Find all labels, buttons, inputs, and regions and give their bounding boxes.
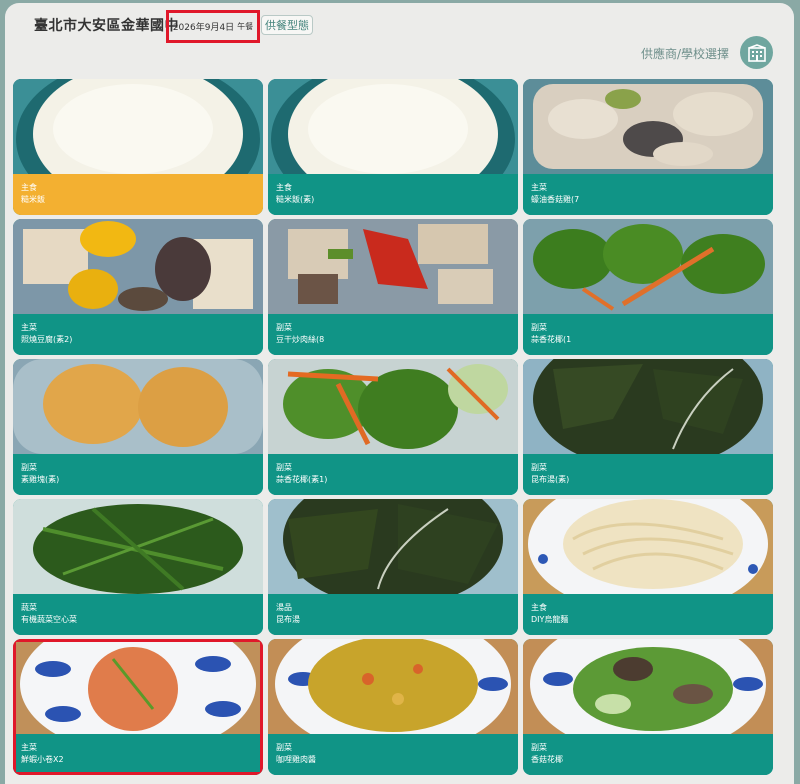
tofu-peppers-photo <box>13 219 263 314</box>
dish-name: 蒜香花椰(1 <box>531 335 572 344</box>
dish-name: 蠔油香菇雞(7 <box>531 195 580 204</box>
dish-card[interactable]: 副菜 咖哩雞肉醬 <box>268 639 518 775</box>
dish-card[interactable]: 主食 DIY烏龍麵 <box>523 499 773 635</box>
dish-name: 素雞塊(素) <box>21 475 60 484</box>
dish-category: 副菜 <box>276 463 292 472</box>
dish-name: 糙米飯(素) <box>276 195 315 204</box>
dish-name: 昆布湯 <box>276 615 300 624</box>
dish-info: 主菜 蠔油香菇雞(7 <box>523 174 773 215</box>
meal-text: 午餐 <box>237 22 254 31</box>
dish-name: 咖哩雞肉醬 <box>276 755 316 764</box>
dish-name: 香菇花椰 <box>531 755 563 764</box>
dish-category: 副菜 <box>531 743 547 752</box>
dish-card[interactable]: 主食 糙米飯(素) <box>268 79 518 215</box>
dish-card[interactable]: 副菜 豆干炒肉絲(8 <box>268 219 518 355</box>
dish-name: 鮮蝦小卷X2 <box>21 755 64 764</box>
dish-name: 有機蔬菜空心菜 <box>21 615 77 624</box>
meal-type-button[interactable]: 供餐型態 <box>261 15 313 35</box>
dish-card[interactable]: 主菜 照燒豆腐(素2) <box>13 219 263 355</box>
broccoli-carrot-photo <box>268 359 518 454</box>
dish-card[interactable]: 副菜 蒜香花椰(1 <box>523 219 773 355</box>
school-building-icon[interactable] <box>740 36 773 69</box>
dish-info: 副菜 蒜香花椰(1 <box>523 314 773 355</box>
dish-card[interactable]: 副菜 昆布湯(素) <box>523 359 773 495</box>
dish-name: 蒜香花椰(素1) <box>276 475 328 484</box>
date-text: 2026年9月4日 <box>172 23 235 33</box>
dish-card[interactable]: 主食 糙米飯 <box>13 79 263 215</box>
seafood-plate-photo <box>13 639 263 734</box>
dish-name: 豆干炒肉絲(8 <box>276 335 325 344</box>
dish-category: 主食 <box>531 603 547 612</box>
dish-info: 副菜 香菇花椰 <box>523 734 773 775</box>
dish-grid: 主食 糙米飯 主食 糙米飯(素) 主菜 蠔油香菇雞(7 主菜 照燒豆腐(素2) … <box>13 79 773 775</box>
dish-card[interactable]: 湯品 昆布湯 <box>268 499 518 635</box>
dish-name: DIY烏龍麵 <box>531 615 569 624</box>
dish-category: 副菜 <box>531 323 547 332</box>
date-highlight: 2026年9月4日 午餐 <box>166 10 260 43</box>
dish-name: 糙米飯 <box>21 195 45 204</box>
dish-info: 主食 糙米飯(素) <box>268 174 518 215</box>
dish-card[interactable]: 主菜 蠔油香菇雞(7 <box>523 79 773 215</box>
dish-card[interactable]: 蔬菜 有機蔬菜空心菜 <box>13 499 263 635</box>
mushroom-broccoli-photo <box>523 639 773 734</box>
dish-info: 主食 糙米飯 <box>13 174 263 215</box>
dish-category: 湯品 <box>276 603 292 612</box>
school-name: 臺北市大安區金華國中 <box>34 18 179 34</box>
dish-category: 主食 <box>276 183 292 192</box>
rice-bowl-photo <box>13 79 263 174</box>
dish-category: 主菜 <box>531 183 547 192</box>
dish-info: 副菜 豆干炒肉絲(8 <box>268 314 518 355</box>
dish-card[interactable]: 副菜 素雞塊(素) <box>13 359 263 495</box>
dish-card-highlighted[interactable]: 主菜 鮮蝦小卷X2 <box>13 639 263 775</box>
dish-info: 主食 DIY烏龍麵 <box>523 594 773 635</box>
chicken-mushroom-photo <box>523 79 773 174</box>
rice-bowl-photo <box>268 79 518 174</box>
dish-card[interactable]: 副菜 蒜香花椰(素1) <box>268 359 518 495</box>
dish-category: 副菜 <box>21 463 37 472</box>
dish-category: 副菜 <box>276 323 292 332</box>
dish-info: 副菜 咖哩雞肉醬 <box>268 734 518 775</box>
supplier-school-link[interactable]: 供應商/學校選擇 <box>641 45 729 62</box>
dish-category: 主菜 <box>21 743 37 752</box>
fried-patty-photo <box>13 359 263 454</box>
dish-category: 蔬菜 <box>21 603 37 612</box>
dish-info: 湯品 昆布湯 <box>268 594 518 635</box>
dish-category: 主食 <box>21 183 37 192</box>
dish-name: 昆布湯(素) <box>531 475 570 484</box>
dish-info: 蔬菜 有機蔬菜空心菜 <box>13 594 263 635</box>
dish-category: 主菜 <box>21 323 37 332</box>
header: 臺北市大安區金華國中 2026年9月4日 午餐 供餐型態 供應商/學校選擇 <box>5 3 794 81</box>
dish-info: 副菜 昆布湯(素) <box>523 454 773 495</box>
dish-info: 主菜 鮮蝦小卷X2 <box>13 734 263 775</box>
tofu-stirfry-photo <box>268 219 518 314</box>
seaweed-soup-photo <box>268 499 518 594</box>
dish-info: 主菜 照燒豆腐(素2) <box>13 314 263 355</box>
dish-card[interactable]: 副菜 香菇花椰 <box>523 639 773 775</box>
dish-info: 副菜 素雞塊(素) <box>13 454 263 495</box>
dish-category: 副菜 <box>531 463 547 472</box>
broccoli-photo <box>523 219 773 314</box>
dish-name: 照燒豆腐(素2) <box>21 335 73 344</box>
udon-noodles-photo <box>523 499 773 594</box>
dish-info: 副菜 蒜香花椰(素1) <box>268 454 518 495</box>
dish-category: 副菜 <box>276 743 292 752</box>
greens-photo <box>13 499 263 594</box>
curry-plate-photo <box>268 639 518 734</box>
seaweed-soup-photo <box>523 359 773 454</box>
